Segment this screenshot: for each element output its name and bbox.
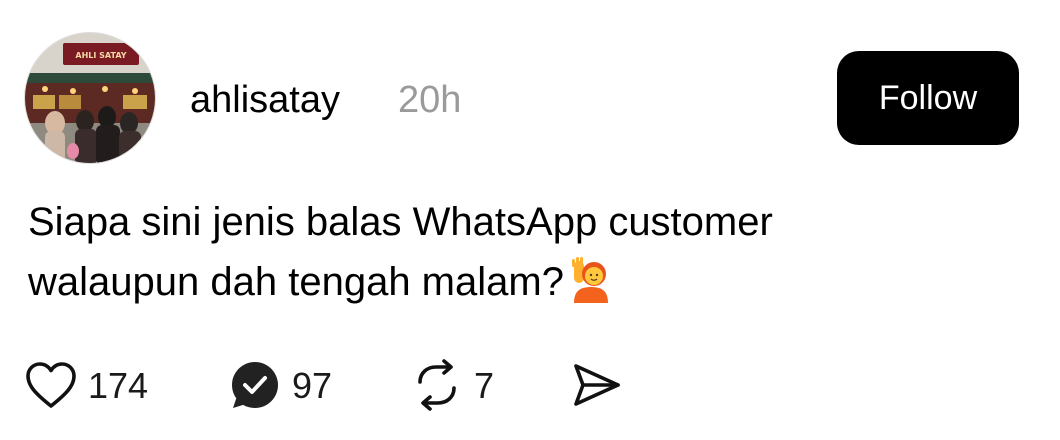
- reply-count: 97: [292, 365, 333, 406]
- person-raising-hand-emoji: [568, 257, 614, 303]
- post-text-line-2: walaupun dah tengah malam?: [28, 252, 1028, 312]
- action-bar: 174 97 7: [24, 358, 724, 414]
- reply-button[interactable]: 97: [228, 358, 332, 414]
- post-text-line-1: Siapa sini jenis balas WhatsApp customer: [28, 200, 773, 244]
- send-icon: [570, 358, 624, 415]
- storefront-photo: AHLI SATAY: [25, 33, 155, 163]
- follow-button[interactable]: Follow: [837, 51, 1019, 145]
- post-text: Siapa sini jenis balas WhatsApp customer…: [28, 192, 1028, 312]
- timestamp: 20h: [398, 79, 462, 121]
- share-button[interactable]: [570, 358, 624, 414]
- like-button[interactable]: 174: [24, 358, 148, 414]
- repost-button[interactable]: 7: [410, 358, 494, 414]
- avatar[interactable]: AHLI SATAY: [24, 32, 156, 164]
- like-count: 174: [88, 365, 149, 406]
- username[interactable]: ahlisatay: [190, 78, 340, 122]
- reply-badge-icon: [228, 358, 282, 415]
- thread-post: AHLI SATAY ahlisatay 20h Follow Siapa si…: [0, 0, 1060, 440]
- repost-icon: [410, 358, 464, 415]
- heart-icon: [24, 360, 78, 413]
- post-text-line-2-text: walaupun dah tengah malam?: [28, 260, 564, 304]
- avatar-sign-text: AHLI SATAY: [75, 51, 126, 60]
- repost-count: 7: [474, 365, 495, 406]
